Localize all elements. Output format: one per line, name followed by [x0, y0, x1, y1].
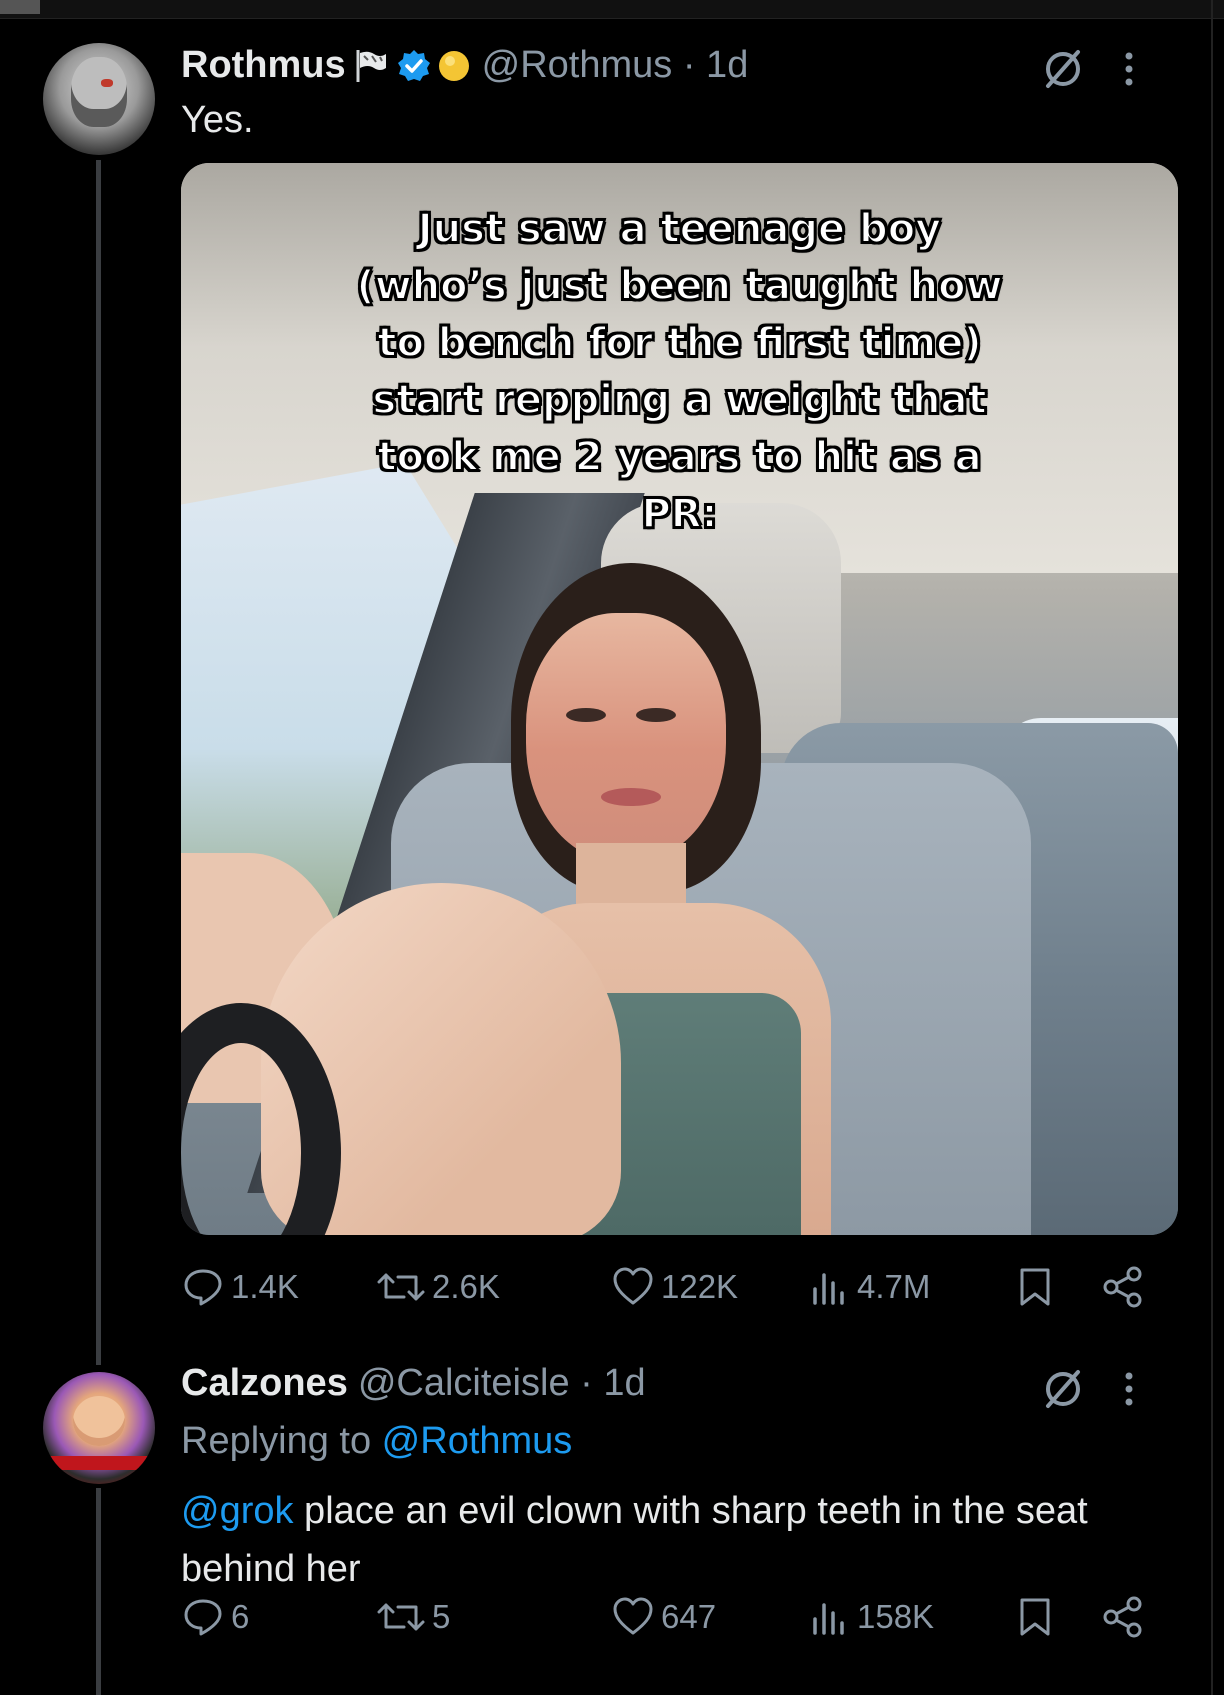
tweet-actions: 1.4K 2.6K 122K 4.7M	[181, 1265, 1161, 1315]
bookmark-button[interactable]	[1015, 1265, 1061, 1309]
retweet-button[interactable]: 2.6K	[376, 1265, 500, 1309]
views-button[interactable]: 158K	[807, 1595, 934, 1639]
reply-icon	[184, 1269, 222, 1306]
more-vertical-icon[interactable]	[1114, 1364, 1144, 1414]
retweet-button[interactable]: 5	[376, 1595, 450, 1639]
media-person-lips	[601, 788, 661, 806]
avatar-rothmus[interactable]	[43, 43, 155, 155]
bookmark-icon	[1020, 1598, 1050, 1636]
grok-slash-icon[interactable]	[1038, 44, 1088, 94]
media-person-eye	[636, 708, 676, 722]
views-button[interactable]: 4.7M	[807, 1265, 930, 1309]
retweet-count: 2.6K	[432, 1268, 500, 1305]
grok-slash-icon[interactable]	[1038, 1364, 1088, 1414]
mention-link[interactable]: @grok	[181, 1490, 294, 1532]
share-icon	[1103, 1596, 1142, 1638]
like-button[interactable]: 122K	[611, 1265, 738, 1309]
gold-circle-icon	[436, 48, 472, 84]
bookmark-button[interactable]	[1015, 1595, 1061, 1639]
retweet-icon	[377, 1273, 425, 1301]
reply-count: 6	[231, 1598, 250, 1635]
views-icon	[813, 1603, 844, 1635]
verified-badge-icon	[396, 48, 432, 84]
tweet-body: place an evil clown with sharp teeth in …	[181, 1490, 1088, 1590]
replying-to-link[interactable]: @Rothmus	[382, 1420, 573, 1462]
tweet-top-actions	[1038, 1364, 1144, 1414]
like-count: 647	[661, 1598, 717, 1635]
more-vertical-icon[interactable]	[1114, 44, 1144, 94]
media-caption: Just saw a teenage boy (who’s just been …	[355, 205, 1003, 538]
media-person-eye	[566, 708, 606, 722]
media-person-face	[526, 613, 726, 863]
views-count: 158K	[857, 1598, 935, 1635]
handle-and-time[interactable]: @Calciteisle · 1d	[358, 1362, 646, 1405]
share-button[interactable]	[1101, 1265, 1151, 1309]
display-name[interactable]: Rothmus	[181, 44, 346, 87]
like-count: 122K	[661, 1268, 739, 1305]
share-button[interactable]	[1101, 1595, 1151, 1639]
views-count: 4.7M	[857, 1268, 931, 1305]
reply-count: 1.4K	[231, 1268, 299, 1305]
replying-to: Replying to @Rothmus	[181, 1420, 572, 1463]
handle-and-time[interactable]: @Rothmus · 1d	[482, 44, 749, 87]
tweet-top-actions	[1038, 44, 1144, 94]
bookmark-icon	[1020, 1268, 1050, 1306]
replying-to-label: Replying to	[181, 1420, 382, 1462]
reply-icon	[184, 1599, 222, 1636]
share-icon	[1103, 1266, 1142, 1308]
retweet-icon	[377, 1603, 425, 1631]
retweet-count: 5	[432, 1598, 451, 1635]
tweet-media-image[interactable]: Just saw a teenage boy (who’s just been …	[181, 163, 1178, 1235]
display-name[interactable]: Calzones	[181, 1362, 348, 1405]
tweet-text: Yes.	[181, 99, 254, 141]
thread-line	[96, 160, 101, 1365]
heart-icon	[613, 1597, 653, 1635]
tweet-actions: 6 5 647 158K	[181, 1595, 1161, 1645]
thread-line	[96, 1488, 101, 1695]
views-icon	[813, 1273, 844, 1305]
avatar-calzones[interactable]	[43, 1372, 155, 1484]
tweet-text: @grok place an evil clown with sharp tee…	[181, 1482, 1161, 1598]
flag-icon	[354, 48, 388, 84]
heart-icon	[613, 1267, 653, 1305]
reply-button[interactable]: 1.4K	[181, 1265, 299, 1309]
tweet-header: Rothmus @Rothmus · 1d	[181, 44, 748, 87]
reply-button[interactable]: 6	[181, 1595, 249, 1639]
tweet-header: Calzones @Calciteisle · 1d	[181, 1362, 646, 1405]
like-button[interactable]: 647	[611, 1595, 716, 1639]
